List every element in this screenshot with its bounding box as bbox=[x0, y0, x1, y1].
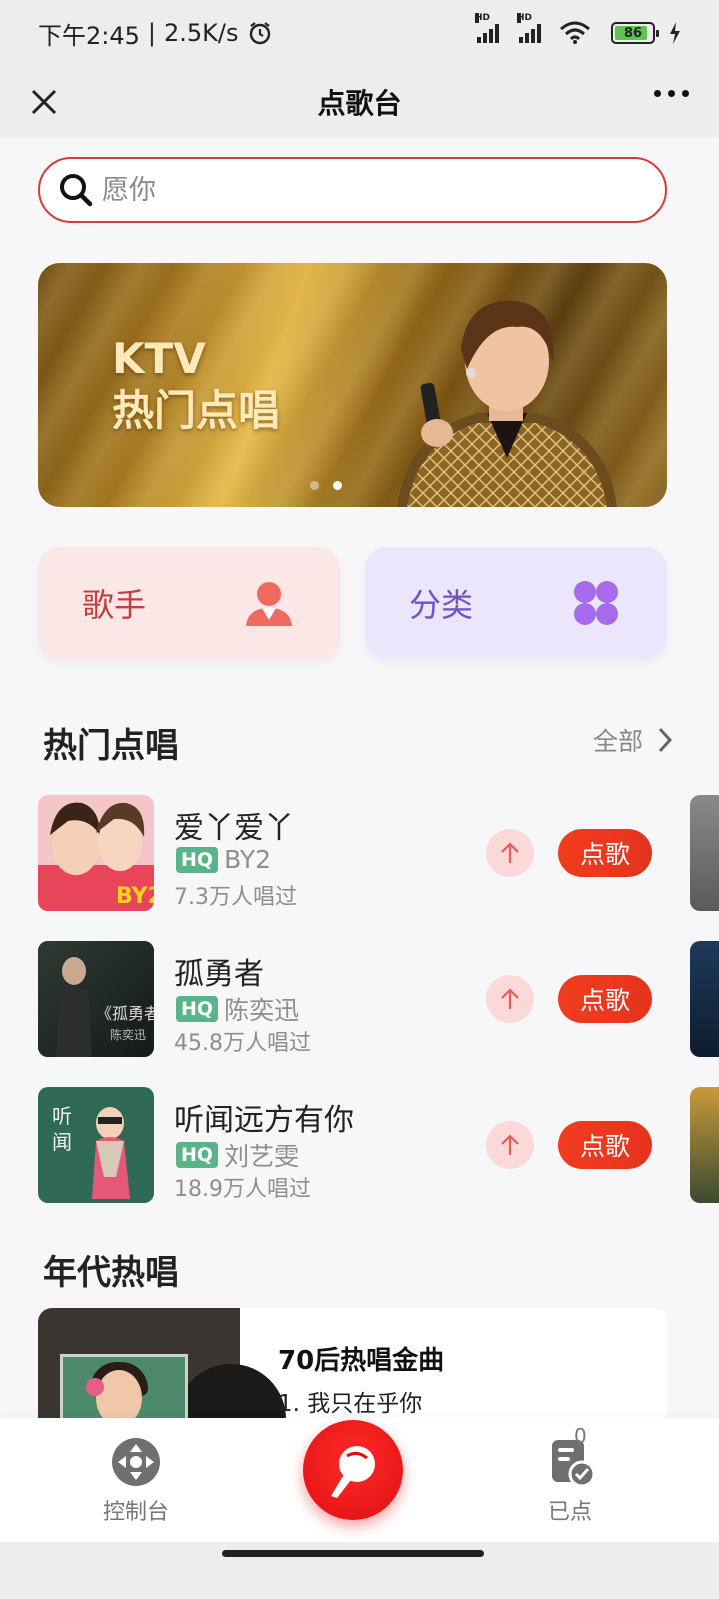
charging-icon bbox=[670, 22, 680, 44]
song-row[interactable]: BY2 爱丫爱丫 HQ BY2 7.3万人唱过 点歌 bbox=[38, 795, 719, 911]
more-options-icon[interactable] bbox=[654, 90, 689, 97]
search-bar[interactable] bbox=[38, 157, 667, 223]
battery-level: 86 bbox=[623, 25, 643, 41]
prioritize-button[interactable] bbox=[486, 829, 534, 877]
playlist-check-icon bbox=[552, 1440, 596, 1488]
tab-console[interactable]: 控制台 bbox=[76, 1436, 196, 1526]
song-artist: 陈奕迅 bbox=[224, 996, 300, 1025]
next-card-peek bbox=[690, 941, 719, 1057]
search-icon bbox=[60, 174, 93, 207]
next-card-peek bbox=[690, 795, 719, 911]
song-cover: 《孤勇者》 陈奕迅 bbox=[38, 941, 154, 1057]
battery-icon: 86 bbox=[611, 22, 659, 44]
page-title: 点歌台 bbox=[317, 87, 402, 120]
wifi-icon bbox=[560, 21, 590, 44]
svg-text:听: 听 bbox=[52, 1104, 72, 1128]
status-icons: HD HD 86 bbox=[475, 13, 681, 45]
category-card-label: 分类 bbox=[409, 586, 474, 624]
song-meta: HQ BY2 bbox=[176, 845, 271, 874]
singer-card[interactable]: 歌手 bbox=[38, 547, 340, 659]
hot-section-title: 热门点唱 bbox=[43, 726, 179, 766]
hq-badge: HQ bbox=[176, 846, 219, 873]
era-section-title: 年代热唱 bbox=[43, 1253, 179, 1293]
song-sing-count: 18.9万人唱过 bbox=[174, 1177, 311, 1202]
song-row[interactable]: 《孤勇者》 陈奕迅 孤勇者 HQ 陈奕迅 45.8万人唱过 点歌 bbox=[38, 941, 719, 1057]
microphone-icon bbox=[331, 1446, 375, 1498]
song-sing-count: 45.8万人唱过 bbox=[174, 1031, 311, 1056]
svg-text:陈奕迅: 陈奕迅 bbox=[110, 1027, 146, 1042]
arrow-up-icon bbox=[501, 1134, 519, 1155]
search-input[interactable] bbox=[102, 174, 602, 206]
microphone-button[interactable] bbox=[303, 1420, 403, 1520]
singer-card-label: 歌手 bbox=[82, 586, 147, 624]
banner-line-1: KTV bbox=[112, 334, 206, 383]
status-time-group: 下午2:45 | 2.5K/s bbox=[38, 16, 273, 51]
promo-banner[interactable]: KTV 热门点唱 bbox=[38, 263, 667, 507]
tab-ordered-label: 已点 bbox=[547, 1500, 592, 1525]
gamepad-icon bbox=[112, 1438, 160, 1486]
era-card-title: 70后热唱金曲 bbox=[278, 1346, 445, 1376]
order-song-button[interactable]: 点歌 bbox=[558, 975, 652, 1023]
arrow-up-icon bbox=[501, 988, 519, 1009]
tab-console-label: 控制台 bbox=[102, 1500, 169, 1525]
status-speed: 2.5K/s bbox=[164, 19, 239, 47]
prioritize-button[interactable] bbox=[486, 975, 534, 1023]
status-bar: 下午2:45 | 2.5K/s HD HD 86 bbox=[0, 0, 719, 66]
view-all-label: 全部 bbox=[592, 727, 643, 756]
hq-badge: HQ bbox=[176, 1142, 219, 1168]
banner-singer-image bbox=[397, 300, 617, 507]
song-row[interactable]: 听 闻 听闻远方有你 HQ 刘艺雯 18.9万人唱过 点歌 bbox=[38, 1087, 719, 1203]
home-indicator bbox=[0, 1542, 719, 1599]
tab-ordered[interactable]: 0 已点 bbox=[510, 1424, 630, 1526]
arrow-up-icon bbox=[501, 842, 519, 863]
song-artist: BY2 bbox=[224, 845, 272, 874]
banner-dot-active[interactable] bbox=[333, 481, 342, 490]
order-song-button[interactable]: 点歌 bbox=[558, 1121, 652, 1169]
song-title: 听闻远方有你 bbox=[174, 1103, 354, 1138]
signal-icon-1: HD bbox=[475, 13, 499, 43]
song-cover: BY2 bbox=[38, 795, 154, 911]
svg-text:BY2: BY2 bbox=[116, 884, 154, 909]
status-divider: | bbox=[147, 19, 156, 47]
order-song-button[interactable]: 点歌 bbox=[558, 829, 652, 877]
song-artist: 刘艺雯 bbox=[224, 1142, 300, 1171]
song-meta: HQ 陈奕迅 bbox=[176, 991, 299, 1027]
view-all-link[interactable]: 全部 bbox=[593, 722, 673, 758]
close-icon[interactable] bbox=[22, 80, 66, 124]
nav-bar: 点歌台 bbox=[0, 66, 719, 138]
next-card-peek bbox=[690, 1087, 719, 1203]
ordered-count-badge: 0 bbox=[574, 1424, 587, 1448]
prioritize-button[interactable] bbox=[486, 1121, 534, 1169]
category-icon bbox=[574, 581, 618, 625]
song-cover: 听 闻 bbox=[38, 1087, 154, 1203]
page: 下午2:45 | 2.5K/s HD HD 86 点歌台 愿你 KTV 热门点唱… bbox=[0, 0, 719, 1599]
banner-headline: KTV 热门点唱 bbox=[112, 333, 280, 437]
song-title: 爱丫爱丫 bbox=[174, 811, 294, 846]
banner-line-2: 热门点唱 bbox=[112, 386, 281, 435]
svg-text:闻: 闻 bbox=[52, 1130, 72, 1154]
svg-text:《孤勇者》: 《孤勇者》 bbox=[96, 1004, 154, 1023]
hq-badge: HQ bbox=[176, 996, 219, 1022]
signal-icon-2: HD bbox=[517, 13, 541, 43]
category-card[interactable]: 分类 bbox=[365, 547, 667, 659]
song-meta: HQ 刘艺雯 bbox=[176, 1137, 299, 1173]
era-card-item: 1. 我只在乎你 bbox=[278, 1391, 423, 1417]
alarm-icon bbox=[249, 22, 270, 45]
singer-icon bbox=[246, 582, 292, 626]
status-time: 下午2:45 bbox=[38, 21, 140, 50]
song-title: 孤勇者 bbox=[174, 957, 264, 992]
banner-dot[interactable] bbox=[310, 481, 319, 490]
banner-pagination bbox=[310, 481, 342, 490]
song-sing-count: 7.3万人唱过 bbox=[174, 885, 297, 910]
chevron-right-icon bbox=[658, 727, 673, 753]
